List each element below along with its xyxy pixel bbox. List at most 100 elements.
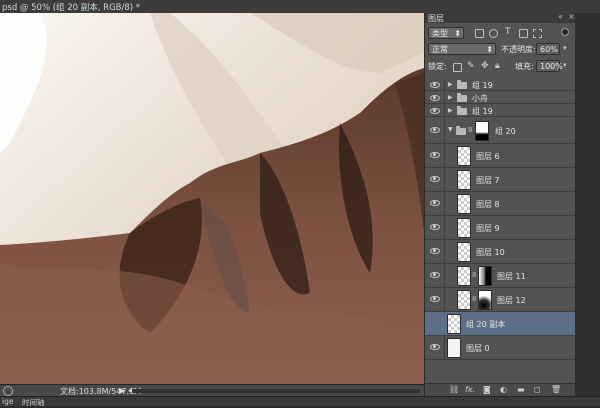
layer-thumbnail <box>447 314 461 334</box>
mask-thumbnail[interactable] <box>475 121 489 141</box>
lock-position-icon[interactable]: ✥ <box>481 61 489 71</box>
layer-name: 小舟 <box>472 94 488 103</box>
layer-thumbnail <box>457 170 471 190</box>
layer-name: 组 20 <box>495 127 516 136</box>
layer-name: 图层 12 <box>497 296 526 305</box>
layers-footer: ⛓ fx. ◙ ◐ ▬ ◻ 🗑︎ <box>425 383 576 396</box>
eye-icon[interactable] <box>430 108 440 114</box>
blend-mode-select[interactable]: 正常 ⬍ <box>428 43 496 55</box>
lock-all-icon[interactable]: 🔒︎ <box>495 61 500 71</box>
fx-icon[interactable]: fx. <box>465 385 475 394</box>
filter-pixel-icon[interactable] <box>475 29 484 38</box>
filter-type-select[interactable]: 类型 ⬍ <box>428 27 464 39</box>
opacity-slider-icon[interactable]: ▾ <box>563 44 567 52</box>
layer-row-11[interactable]: 8 图层 11 <box>425 264 576 288</box>
eye-icon[interactable] <box>430 224 440 230</box>
horizontal-scrollbar[interactable] <box>132 389 420 393</box>
layer-name: 图层 8 <box>476 200 500 209</box>
folder-icon[interactable]: ▬ <box>517 385 525 394</box>
panel-title[interactable]: 图层 <box>428 13 444 24</box>
eye-icon[interactable] <box>430 248 440 254</box>
layer-thumbnail <box>447 338 461 358</box>
close-icon[interactable]: × <box>568 12 575 21</box>
filter-smart-icon[interactable] <box>533 29 542 38</box>
eye-icon[interactable] <box>430 344 440 350</box>
filter-shape-icon[interactable] <box>519 29 528 38</box>
layer-name: 图层 7 <box>476 176 500 185</box>
layer-name: 组 19 <box>472 81 493 90</box>
layer-row-7[interactable]: 图层 7 <box>425 168 576 192</box>
right-dock-strip <box>575 13 600 396</box>
filter-type-icon[interactable]: T <box>505 27 511 37</box>
new-layer-icon[interactable]: ◻ <box>534 385 541 394</box>
mask-thumbnail[interactable] <box>478 266 492 286</box>
link-icon[interactable]: ⛓ <box>449 385 459 394</box>
filter-adjustment-icon[interactable] <box>489 29 498 38</box>
mask-icon[interactable]: ◙ <box>483 385 491 394</box>
layer-row-9[interactable]: 图层 9 <box>425 216 576 240</box>
lock-label: 锁定: <box>428 62 447 71</box>
fill-slider-icon[interactable]: ▾ <box>563 61 567 69</box>
expand-arrow-icon[interactable]: ▶ <box>448 107 453 114</box>
chevron-down-icon: ⬍ <box>454 29 461 38</box>
collapse-arrow-icon[interactable]: ▼ <box>448 126 453 133</box>
adjustment-icon[interactable]: ◐ <box>500 385 507 394</box>
zoom-icon[interactable] <box>3 386 13 396</box>
blend-row: 正常 ⬍ 不透明度: 60% ▾ <box>425 43 576 57</box>
layer-thumbnail <box>457 194 471 214</box>
canvas-area[interactable] <box>0 13 424 384</box>
eye-icon[interactable] <box>430 82 440 88</box>
layer-row-group-20-copy[interactable]: 组 20 副本 <box>425 312 576 336</box>
layer-row-0[interactable]: 图层 0 <box>425 336 576 360</box>
eye-icon[interactable] <box>430 95 440 101</box>
layer-thumbnail <box>457 290 471 310</box>
status-menu-arrow-icon[interactable]: ▶ <box>119 386 125 395</box>
layers-panel: 图层 « × 类型 ⬍ T 正常 ⬍ 不透明度: 60% ▾ 锁定: ✎ ✥ 🔒︎ … <box>424 12 576 396</box>
collapse-icon[interactable]: « <box>558 12 563 21</box>
folder-icon <box>457 80 467 89</box>
eye-icon[interactable] <box>430 200 440 206</box>
layer-row-12[interactable]: 8 图层 12 <box>425 288 576 312</box>
document-tab[interactable]: psd @ 50% (组 20 副本, RGB/8) * <box>0 0 600 14</box>
filter-toggle-icon[interactable] <box>561 28 569 36</box>
layer-thumbnail <box>457 146 471 166</box>
folder-icon <box>456 126 466 135</box>
mask-thumbnail[interactable] <box>478 290 492 310</box>
lock-transparency-icon[interactable] <box>453 63 462 72</box>
eye-icon[interactable] <box>430 176 440 182</box>
eye-icon[interactable] <box>430 296 440 302</box>
layer-row-10[interactable]: 图层 10 <box>425 240 576 264</box>
fill-input[interactable]: 100% <box>536 60 563 72</box>
link-icon[interactable]: 8 <box>472 271 476 279</box>
expand-arrow-icon[interactable]: ▶ <box>448 81 453 88</box>
blend-mode-value: 正常 <box>432 45 448 54</box>
layer-row-group-19[interactable]: ▶ 组 19 <box>425 79 576 91</box>
layer-thumbnail <box>457 242 471 262</box>
layer-name: 图层 0 <box>466 344 490 353</box>
layer-name: 图层 11 <box>497 272 526 281</box>
layer-row-group-20[interactable]: ▼ 8 组 20 <box>425 118 576 144</box>
tab-timeline[interactable]: 时间轴 <box>22 397 45 408</box>
link-icon[interactable]: 8 <box>468 126 472 134</box>
eye-icon[interactable] <box>430 272 440 278</box>
layer-row-group-19b[interactable]: ▶ 组 19 <box>425 105 576 117</box>
fill-label: 填充: <box>515 62 534 71</box>
lock-paint-icon[interactable]: ✎ <box>467 61 475 71</box>
eye-icon[interactable] <box>430 152 440 158</box>
layer-row-boat[interactable]: ▶ 小舟 <box>425 92 576 104</box>
trash-icon[interactable]: 🗑︎ <box>551 385 561 394</box>
layer-row-6[interactable]: 图层 6 <box>425 144 576 168</box>
layer-name: 图层 10 <box>476 248 505 257</box>
eye-icon[interactable] <box>430 127 440 133</box>
opacity-input[interactable]: 60% <box>536 43 560 55</box>
painting <box>0 13 424 384</box>
folder-icon <box>457 106 467 115</box>
lock-row: 锁定: ✎ ✥ 🔒︎ 填充: 100% ▾ <box>425 60 576 74</box>
filter-type-label: 类型 <box>432 29 448 38</box>
opacity-label: 不透明度: <box>501 45 536 54</box>
layer-thumbnail <box>457 218 471 238</box>
layer-row-8[interactable]: 图层 8 <box>425 192 576 216</box>
folder-icon <box>457 93 467 102</box>
link-icon[interactable]: 8 <box>472 295 476 303</box>
expand-arrow-icon[interactable]: ▶ <box>448 94 453 101</box>
